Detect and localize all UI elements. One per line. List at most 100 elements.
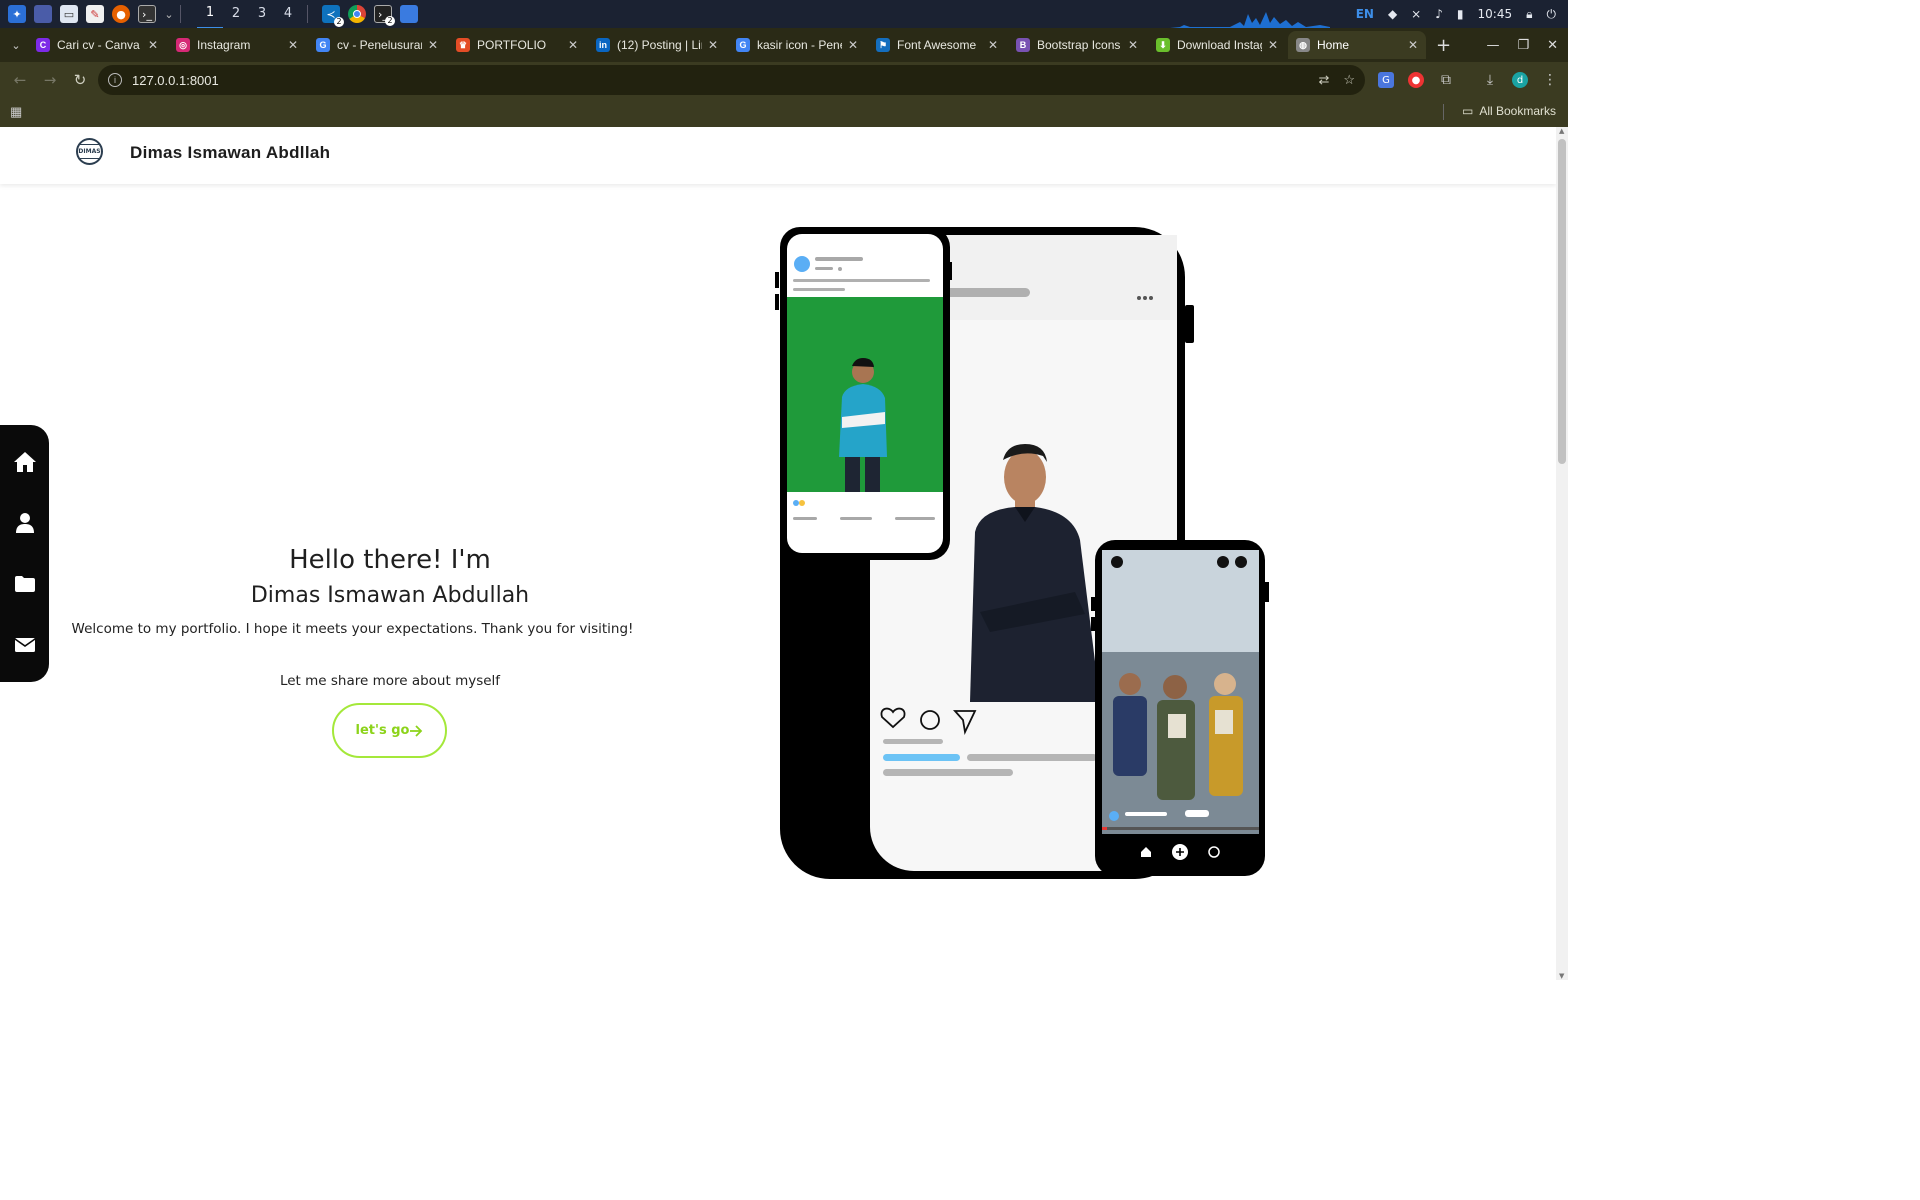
lock-icon[interactable]: 🔒︎ — [1526, 7, 1532, 22]
lets-go-button[interactable]: let's go — [332, 703, 447, 758]
browser-tab[interactable]: ◍ Home ✕ — [1288, 31, 1426, 59]
nav-projects[interactable] — [12, 571, 38, 597]
extensions-puzzle-icon[interactable]: ⧉ — [1438, 72, 1454, 88]
nav-about[interactable] — [12, 510, 38, 536]
all-bookmarks-button[interactable]: ▭ All Bookmarks — [1462, 104, 1556, 118]
file-manager-icon[interactable]: ▭ — [60, 5, 78, 23]
workspace-switcher: 1 2 3 4 — [197, 0, 301, 29]
tab-title: (12) Posting | LinkedIn — [617, 38, 702, 52]
close-window-icon[interactable]: ✕ — [1547, 38, 1558, 53]
browser-tab[interactable]: ♛ PORTFOLIO ✕ — [448, 31, 586, 59]
envelope-icon — [14, 638, 35, 653]
close-tab-icon[interactable]: ✕ — [1128, 38, 1138, 52]
kebab-menu-icon[interactable]: ⋮ — [1542, 72, 1558, 88]
notification-bell-icon[interactable]: ♪ — [1435, 7, 1443, 21]
browser-tab[interactable]: Gcv - Penelusuran ✕ — [308, 31, 446, 59]
vscode-icon[interactable]: ≺ 2 — [322, 5, 344, 27]
browser-tab[interactable]: Gkasir icon - Penelusuran ✕ — [728, 31, 866, 59]
browser-tab[interactable]: ◎ Instagram ✕ — [168, 31, 306, 59]
tab-title: Home — [1317, 38, 1350, 52]
google-translate-extension-icon[interactable]: G — [1378, 72, 1394, 88]
clock[interactable]: 10:45 — [1478, 7, 1513, 21]
terminal-icon[interactable]: ›_ — [138, 5, 156, 23]
nav-home[interactable] — [12, 449, 38, 475]
bookmark-star-icon[interactable]: ☆ — [1343, 72, 1355, 88]
site-info-icon[interactable]: i — [108, 73, 122, 87]
network-activity-graph — [1170, 12, 1330, 28]
tab-favicon-icon: ◍ — [1296, 38, 1310, 52]
tab-favicon-icon: G — [316, 38, 330, 52]
translate-icon[interactable]: ⇄ — [1318, 72, 1329, 88]
site-brand[interactable]: Dimas Ismawan Abdllah — [130, 143, 330, 163]
taskbar-divider — [307, 5, 308, 23]
address-bar[interactable]: i 127.0.0.1:8001 ⇄ ☆ — [98, 65, 1365, 95]
close-tab-icon[interactable]: ✕ — [428, 38, 438, 52]
workspace-4[interactable]: 4 — [275, 0, 301, 28]
workspace-3[interactable]: 3 — [249, 0, 275, 28]
chevron-down-icon[interactable]: ⌄ — [164, 5, 174, 23]
close-tab-icon[interactable]: ✕ — [848, 38, 858, 52]
scroll-up-arrow-icon[interactable]: ▲ — [1559, 127, 1564, 135]
page-scrollbar[interactable]: ▲ ▼ — [1556, 127, 1568, 980]
close-tab-icon[interactable]: ✕ — [1408, 38, 1418, 52]
tab-search-icon[interactable]: ⌄ — [6, 35, 26, 55]
battery-icon[interactable]: ▮ — [1457, 7, 1464, 21]
hero-welcome: Welcome to my portfolio. I hope it meets… — [71, 621, 634, 637]
tab-title: Cari cv - Canva — [57, 38, 140, 52]
close-tab-icon[interactable]: ✕ — [1268, 38, 1278, 52]
browser-tab[interactable]: ⚑ Font Awesome ✕ — [868, 31, 1006, 59]
close-tab-icon[interactable]: ✕ — [148, 38, 158, 52]
download-icon[interactable]: ⤓ — [1482, 72, 1498, 88]
folder-icon — [14, 576, 35, 593]
lets-go-label: let's go — [355, 723, 410, 738]
reload-icon[interactable]: ↻ — [66, 71, 94, 89]
site-header: DIMAS Dimas Ismawan Abdllah — [0, 127, 1556, 184]
close-tab-icon[interactable]: ✕ — [988, 38, 998, 52]
close-tab-icon[interactable]: ✕ — [568, 38, 578, 52]
scroll-down-arrow-icon[interactable]: ▼ — [1559, 972, 1564, 980]
back-arrow-icon[interactable]: ← — [6, 71, 34, 89]
vscode-window-count: 2 — [334, 17, 344, 27]
tab-favicon-icon: ⬇ — [1156, 38, 1170, 52]
close-tab-icon[interactable]: ✕ — [288, 38, 298, 52]
profile-avatar[interactable]: d — [1512, 72, 1528, 88]
browser-tab[interactable]: in (12) Posting | LinkedIn ✕ — [588, 31, 726, 59]
web-page: DIMAS Dimas Ismawan Abdllah Hello there!… — [0, 127, 1568, 980]
url-text[interactable]: 127.0.0.1:8001 — [132, 73, 219, 88]
volume-muted-icon[interactable]: ⨯ — [1411, 7, 1421, 21]
power-icon[interactable]: ⏻ — [1547, 7, 1557, 22]
workspace-1[interactable]: 1 — [197, 0, 223, 29]
browser-toolbar: ← → ↻ i 127.0.0.1:8001 ⇄ ☆ G ● ⧉ ⤓ d ⋮ — [0, 62, 1568, 98]
keyboard-language[interactable]: EN — [1356, 7, 1374, 21]
desktop-icon[interactable] — [34, 5, 52, 23]
side-navigation — [0, 425, 49, 682]
close-tab-icon[interactable]: ✕ — [708, 38, 718, 52]
tab-title: cv - Penelusuran — [337, 38, 422, 52]
browser-tab[interactable]: B Bootstrap Icons ✕ — [1008, 31, 1146, 59]
document-viewer-icon[interactable]: ✎ — [86, 5, 104, 23]
bookmarks-bar: ▦ ▭ All Bookmarks — [0, 98, 1568, 127]
browser-tab[interactable]: ⬇ Download Instagram ✕ — [1148, 31, 1286, 59]
minimize-icon[interactable]: — — [1486, 38, 1499, 53]
extension-red-icon[interactable]: ● — [1408, 72, 1424, 88]
site-logo[interactable]: DIMAS — [76, 138, 103, 165]
hero-illustration — [775, 227, 1269, 879]
browser-tab[interactable]: C Cari cv - Canva ✕ — [28, 31, 166, 59]
all-bookmarks-label: All Bookmarks — [1479, 104, 1556, 118]
app-launcher-icon[interactable]: ✦ — [8, 5, 26, 23]
restore-icon[interactable]: ❐ — [1517, 38, 1529, 53]
new-tab-button[interactable]: + — [1436, 35, 1451, 56]
terminal-window-icon[interactable]: ›_ 2 — [374, 5, 395, 26]
chrome-icon[interactable] — [348, 5, 366, 23]
forward-arrow-icon[interactable]: → — [36, 71, 64, 89]
apps-grid-icon[interactable]: ▦ — [10, 104, 22, 120]
workspace-2[interactable]: 2 — [223, 0, 249, 28]
tab-favicon-icon: ♛ — [456, 38, 470, 52]
window-controls: — ❐ ✕ — [1486, 28, 1558, 62]
scrollbar-thumb[interactable] — [1558, 139, 1566, 464]
folder-icon[interactable] — [400, 5, 418, 23]
wifi-icon[interactable]: ◆ — [1388, 7, 1397, 21]
firefox-icon[interactable]: ● — [112, 5, 130, 23]
tab-title: Font Awesome — [897, 38, 977, 52]
tab-title: Download Instagram — [1177, 38, 1262, 52]
